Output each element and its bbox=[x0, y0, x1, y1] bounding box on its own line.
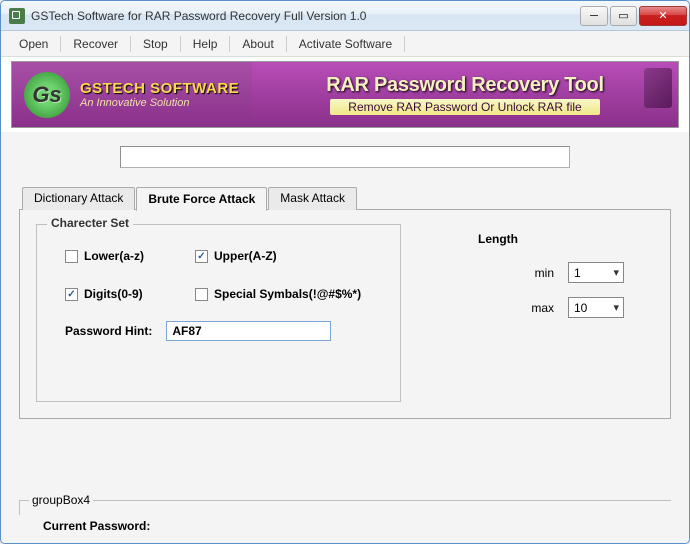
checkbox-lower-label: Lower(a-z) bbox=[84, 249, 144, 263]
titlebar: GSTech Software for RAR Password Recover… bbox=[1, 1, 689, 31]
length-min-select[interactable]: 1 bbox=[568, 262, 624, 283]
checkbox-lower[interactable]: Lower(a-z) bbox=[65, 249, 195, 263]
length-min-value: 1 bbox=[574, 266, 581, 280]
checkbox-special-label: Special Symbals(!@#$%*) bbox=[214, 287, 361, 301]
menu-help[interactable]: Help bbox=[183, 34, 228, 54]
window-controls: ─ ▭ ✕ bbox=[579, 5, 688, 27]
menu-separator bbox=[130, 36, 131, 52]
menu-stop[interactable]: Stop bbox=[133, 34, 178, 54]
length-min-row: min 1 bbox=[464, 262, 624, 283]
menu-recover[interactable]: Recover bbox=[63, 34, 128, 54]
length-max-label: max bbox=[524, 301, 554, 315]
length-max-row: max 10 bbox=[464, 297, 624, 318]
current-password-label: Current Password: bbox=[43, 519, 661, 533]
file-path-row bbox=[19, 146, 671, 168]
brand-logo-icon: Gs bbox=[24, 72, 70, 118]
file-path-input[interactable] bbox=[120, 146, 570, 168]
banner: Gs GSTECH SOFTWARE An Innovative Solutio… bbox=[11, 61, 679, 128]
menu-separator bbox=[180, 36, 181, 52]
winrar-icon bbox=[644, 68, 672, 108]
minimize-button[interactable]: ─ bbox=[580, 6, 608, 26]
menu-activate[interactable]: Activate Software bbox=[289, 34, 402, 54]
length-max-value: 10 bbox=[574, 301, 587, 315]
tab-strip: Dictionary Attack Brute Force Attack Mas… bbox=[22, 186, 671, 209]
menu-separator bbox=[404, 36, 405, 52]
banner-title-section: RAR Password Recovery Tool Remove RAR Pa… bbox=[252, 62, 678, 127]
menu-separator bbox=[229, 36, 230, 52]
menu-separator bbox=[286, 36, 287, 52]
length-max-select[interactable]: 10 bbox=[568, 297, 624, 318]
length-min-label: min bbox=[524, 266, 554, 280]
tab-dictionary[interactable]: Dictionary Attack bbox=[22, 187, 135, 210]
app-window: GSTech Software for RAR Password Recover… bbox=[0, 0, 690, 544]
groupbox4-label: groupBox4 bbox=[29, 493, 93, 507]
brand-name: GSTECH SOFTWARE bbox=[80, 80, 239, 97]
checkbox-digits-box[interactable]: ✓ bbox=[65, 288, 78, 301]
checkbox-digits-label: Digits(0-9) bbox=[84, 287, 143, 301]
banner-title: RAR Password Recovery Tool bbox=[326, 74, 603, 97]
menu-open[interactable]: Open bbox=[9, 34, 58, 54]
checkbox-upper-box[interactable]: ✓ bbox=[195, 250, 208, 263]
content-area: Dictionary Attack Brute Force Attack Mas… bbox=[1, 132, 689, 543]
character-set-group: Charecter Set Lower(a-z) ✓ Upper(A-Z) ✓ bbox=[36, 224, 401, 402]
checkbox-upper-label: Upper(A-Z) bbox=[214, 249, 277, 263]
window-title: GSTech Software for RAR Password Recover… bbox=[31, 9, 579, 23]
menubar: Open Recover Stop Help About Activate So… bbox=[1, 31, 689, 57]
close-button[interactable]: ✕ bbox=[639, 6, 687, 26]
status-section: groupBox4 Current Password: bbox=[19, 500, 671, 533]
password-hint-row: Password Hint: bbox=[65, 321, 382, 341]
tab-panel-brute-force: Charecter Set Lower(a-z) ✓ Upper(A-Z) ✓ bbox=[19, 209, 671, 419]
password-hint-input[interactable] bbox=[166, 321, 331, 341]
attack-tabs: Dictionary Attack Brute Force Attack Mas… bbox=[19, 186, 671, 482]
menu-separator bbox=[60, 36, 61, 52]
brand-tagline: An Innovative Solution bbox=[80, 97, 239, 109]
length-title: Length bbox=[478, 232, 624, 246]
checkbox-lower-box[interactable] bbox=[65, 250, 78, 263]
length-section: Length min 1 max 10 bbox=[464, 232, 624, 332]
maximize-button[interactable]: ▭ bbox=[610, 6, 637, 26]
tab-brute-force[interactable]: Brute Force Attack bbox=[136, 187, 267, 211]
tab-mask[interactable]: Mask Attack bbox=[268, 187, 357, 210]
app-icon bbox=[9, 8, 25, 24]
charset-legend: Charecter Set bbox=[47, 216, 133, 230]
banner-decor-icons bbox=[644, 68, 672, 108]
checkbox-special-box[interactable] bbox=[195, 288, 208, 301]
menu-about[interactable]: About bbox=[232, 34, 283, 54]
checkbox-digits[interactable]: ✓ Digits(0-9) bbox=[65, 287, 195, 301]
banner-logo-section: Gs GSTECH SOFTWARE An Innovative Solutio… bbox=[12, 62, 252, 127]
banner-subtitle: Remove RAR Password Or Unlock RAR file bbox=[330, 99, 599, 115]
hint-label: Password Hint: bbox=[65, 324, 152, 338]
brand-text: GSTECH SOFTWARE An Innovative Solution bbox=[80, 80, 239, 109]
charset-grid: Lower(a-z) ✓ Upper(A-Z) ✓ Digits(0-9) bbox=[65, 249, 382, 301]
groupbox4: groupBox4 Current Password: bbox=[19, 500, 671, 533]
checkbox-upper[interactable]: ✓ Upper(A-Z) bbox=[195, 249, 395, 263]
checkbox-special[interactable]: Special Symbals(!@#$%*) bbox=[195, 287, 395, 301]
